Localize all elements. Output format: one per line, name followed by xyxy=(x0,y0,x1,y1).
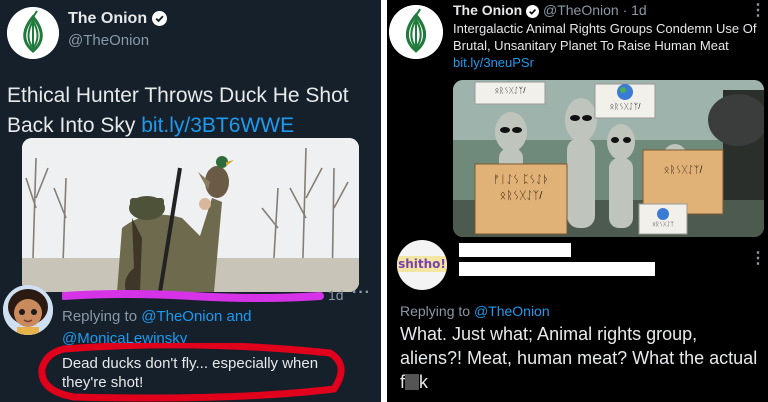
replying-to-line: Replying to @TheOnion xyxy=(400,303,550,319)
sign-text-4: ᛟᚱᛊᚷᛇᛉ/ xyxy=(663,165,703,176)
replying-prefix: Replying to xyxy=(400,303,471,319)
sign-text-3: ᚠᛁᛇᛊ ᛈᛊᛇᚦ ᛟᚱᛊᚷᛇᛉ/ xyxy=(493,174,549,202)
onion-avatar[interactable] xyxy=(7,7,59,59)
tweet-link[interactable]: bit.ly/3BT6WWE xyxy=(141,114,294,137)
tweet-time[interactable]: · 1d xyxy=(623,2,647,18)
onion-logo-icon xyxy=(7,7,59,59)
tweet-image-aliens[interactable]: ᛟᚱᛊᚷᛇᛉ/ ᛟᚱᛊᚷᛇᛉ/ ᚠᛁᛇᛊ ᛈᛊᛇᚦ ᛟᚱᛊᚷᛇᛉ/ ᛟᚱᛊᚷᛇᛉ… xyxy=(453,80,764,237)
censor-block xyxy=(405,374,420,390)
reply-avatar[interactable]: shitho! xyxy=(397,240,447,290)
account-handle[interactable]: @TheOnion xyxy=(543,2,619,18)
replying-to-line: Replying to @TheOnion and xyxy=(62,308,252,325)
redacted-handle-block xyxy=(459,262,655,276)
redacted-username-block xyxy=(459,243,571,257)
tweet-headline: Intergalactic Animal Rights Groups Conde… xyxy=(453,21,757,53)
more-options-icon[interactable]: ⋮ xyxy=(750,0,767,20)
account-name[interactable]: The Onion xyxy=(453,2,522,18)
verified-badge-icon xyxy=(526,4,540,18)
avatar-text: shitho! xyxy=(398,257,446,271)
account-name[interactable]: The Onion xyxy=(68,10,167,28)
tweet-image-hunter[interactable] xyxy=(22,138,359,292)
account-name-text: The Onion xyxy=(68,10,148,27)
onion-avatar[interactable] xyxy=(389,5,443,59)
sign-text-1: ᛟᚱᛊᚷᛇᛉ/ xyxy=(494,86,526,95)
hunter-photo xyxy=(22,138,359,292)
cartoon-girl-avatar-icon xyxy=(3,285,53,335)
tweet-link[interactable]: bit.ly/3neuPSr xyxy=(453,54,765,71)
red-circle-annotation xyxy=(34,341,352,402)
verified-badge-icon xyxy=(151,11,167,27)
account-handle[interactable]: @TheOnion xyxy=(68,32,149,49)
reply-more-options-icon[interactable]: ⋮ xyxy=(750,248,767,268)
redacted-username-scribble xyxy=(60,289,324,302)
more-options-icon[interactable]: ··· xyxy=(352,284,371,302)
reply-avatar[interactable] xyxy=(3,285,53,335)
reply-text-main: What. Just what; Animal rights group, al… xyxy=(400,324,758,392)
replying-prefix: Replying to xyxy=(62,308,138,325)
tweet-text: Ethical Hunter Throws Duck He Shot Back … xyxy=(7,81,377,141)
onion-logo-icon xyxy=(389,5,443,59)
account-header: The Onion @TheOnion · 1d xyxy=(453,2,647,18)
reply-time[interactable]: 1d xyxy=(328,287,344,303)
tweet-text: Intergalactic Animal Rights Groups Conde… xyxy=(453,20,765,71)
reply-text-tail: k xyxy=(419,372,429,392)
replying-to-link[interactable]: @TheOnion and xyxy=(141,308,251,325)
right-tweet-panel: The Onion @TheOnion · 1d ⋮ Intergalactic… xyxy=(387,0,768,402)
replying-to-link[interactable]: @TheOnion xyxy=(474,303,550,319)
left-tweet-panel: The Onion @TheOnion Ethical Hunter Throw… xyxy=(0,0,381,402)
sign-text-5: ᛟᚱᛊᚷᛇᛉ xyxy=(652,222,674,228)
reply-text: What. Just what; Animal rights group, al… xyxy=(400,322,760,394)
sign-text-2: ᛟᚱᛊᚷᛇᛉ/ xyxy=(609,102,641,111)
